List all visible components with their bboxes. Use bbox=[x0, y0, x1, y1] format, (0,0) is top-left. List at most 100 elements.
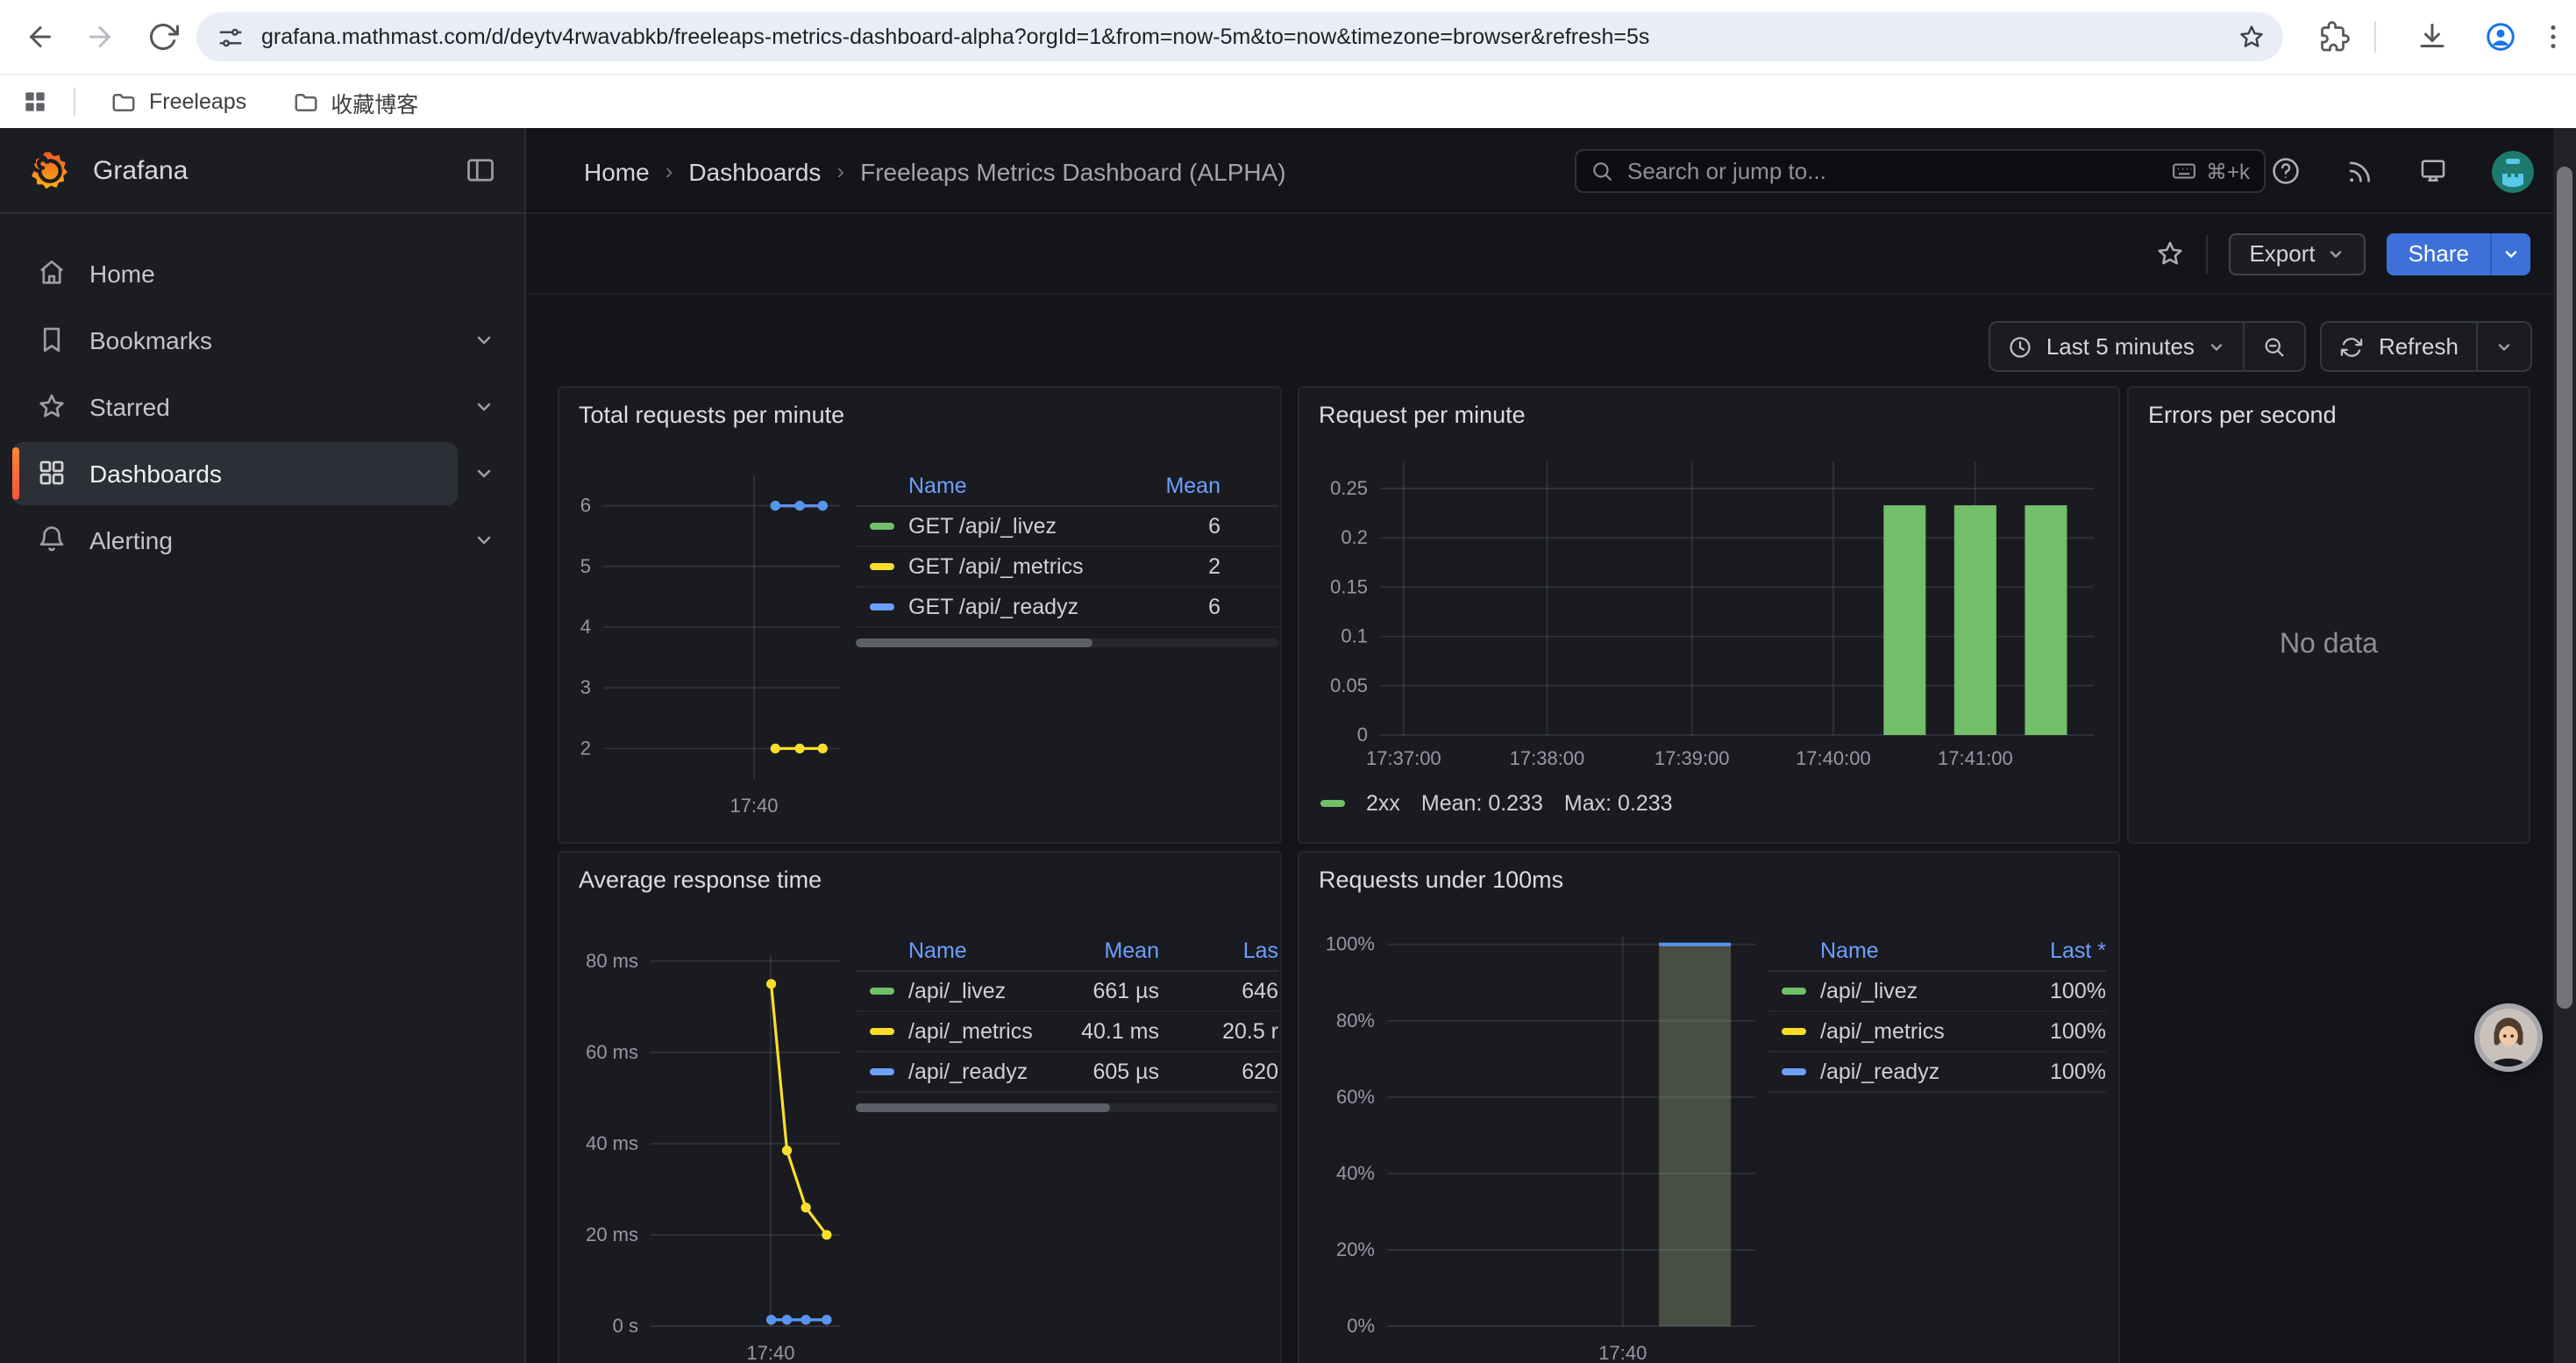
kiosk-monitor-icon[interactable] bbox=[2418, 156, 2448, 186]
extensions-icon[interactable] bbox=[2318, 21, 2350, 53]
legend-col-name[interactable]: Name bbox=[856, 473, 1138, 497]
search-input[interactable] bbox=[1627, 158, 2171, 184]
svg-text:3: 3 bbox=[580, 676, 591, 698]
legend-row[interactable]: /api/_livez 661 µs 646 bbox=[856, 972, 1278, 1012]
refresh-button[interactable]: Refresh bbox=[2323, 323, 2476, 370]
time-picker-group: Last 5 minutes bbox=[1989, 321, 2307, 372]
series-color-dash bbox=[870, 1068, 894, 1075]
url-input[interactable] bbox=[261, 25, 2238, 49]
legend-row[interactable]: /api/_readyz 605 µs 620 bbox=[856, 1053, 1278, 1093]
panel-title[interactable]: Requests under 100ms bbox=[1319, 867, 1563, 893]
svg-text:4: 4 bbox=[580, 616, 591, 638]
chevron-down-icon bbox=[2209, 338, 2226, 355]
sidebar-item-label: Bookmarks bbox=[89, 325, 212, 353]
refresh-icon bbox=[2340, 334, 2365, 359]
dashboard-toolbar: Export Share bbox=[526, 214, 2576, 295]
legend-row[interactable]: /api/_livez 100% bbox=[1768, 972, 2106, 1012]
page-scrollbar[interactable] bbox=[2553, 128, 2576, 1363]
legend-line[interactable]: 2xx Mean: 0.233 Max: 0.233 bbox=[1320, 791, 1673, 816]
expand-dashboards-icon[interactable] bbox=[458, 462, 510, 483]
svg-text:17:37:00: 17:37:00 bbox=[1366, 747, 1441, 769]
bookmark-folder-blogs[interactable]: 收藏博客 bbox=[278, 80, 432, 124]
legend-col-name[interactable]: Name bbox=[856, 938, 1036, 962]
back-icon[interactable] bbox=[25, 21, 56, 53]
chevron-down-icon bbox=[2502, 245, 2520, 262]
omnibox[interactable] bbox=[196, 12, 2283, 61]
time-range-button[interactable]: Last 5 minutes bbox=[1990, 323, 2244, 370]
expand-starred-icon[interactable] bbox=[458, 396, 510, 417]
floating-assistant-avatar[interactable] bbox=[2474, 1003, 2543, 1072]
grafana-logo[interactable] bbox=[28, 148, 72, 192]
svg-text:17:40: 17:40 bbox=[729, 795, 778, 817]
series-color-dash bbox=[870, 523, 894, 530]
reload-icon[interactable] bbox=[147, 21, 179, 53]
legend-col-last[interactable]: Last * bbox=[2001, 938, 2106, 962]
bookmarks-divider bbox=[74, 88, 75, 116]
grafana-app: Grafana Home Bookmarks bbox=[0, 128, 2576, 1363]
downloads-icon[interactable] bbox=[2416, 21, 2448, 53]
zoom-out-button[interactable] bbox=[2245, 323, 2305, 370]
export-button[interactable]: Export bbox=[2228, 232, 2366, 275]
share-dropdown-button[interactable] bbox=[2492, 232, 2530, 275]
site-settings-icon[interactable] bbox=[217, 24, 244, 50]
scrollbar-thumb[interactable] bbox=[2557, 167, 2572, 1009]
favorite-star-icon[interactable] bbox=[2154, 239, 2184, 268]
no-data-message: No data bbox=[2129, 630, 2529, 661]
sidebar-item-bookmarks[interactable]: Bookmarks bbox=[12, 307, 510, 372]
profile-icon[interactable] bbox=[2485, 21, 2516, 53]
refresh-interval-button[interactable] bbox=[2478, 323, 2530, 370]
forward-icon[interactable] bbox=[84, 21, 116, 53]
panel-title[interactable]: Total requests per minute bbox=[579, 402, 844, 428]
expand-bookmarks-icon[interactable] bbox=[458, 329, 510, 350]
panel-title[interactable]: Request per minute bbox=[1319, 402, 1526, 428]
news-rss-icon[interactable] bbox=[2345, 156, 2374, 186]
legend-col-last[interactable]: Las bbox=[1159, 938, 1278, 962]
legend-header: Name Mean Las bbox=[856, 930, 1278, 972]
browser-menu-icon[interactable] bbox=[2537, 21, 2569, 53]
svg-text:60 ms: 60 ms bbox=[586, 1041, 638, 1063]
panel-title[interactable]: Average response time bbox=[579, 867, 822, 893]
expand-alerting-icon[interactable] bbox=[458, 529, 510, 550]
help-icon[interactable] bbox=[2271, 156, 2301, 186]
dashboard-grid: Total requests per minute 17:4065432 Nam… bbox=[526, 386, 2576, 1363]
sidebar-item-home[interactable]: Home bbox=[12, 240, 510, 305]
legend-col-mean[interactable]: Mean bbox=[1036, 938, 1159, 962]
legend-hscrollbar[interactable] bbox=[856, 1103, 1278, 1112]
legend-row[interactable]: GET /api/_metrics 2 bbox=[856, 547, 1278, 588]
svg-text:40%: 40% bbox=[1336, 1162, 1375, 1184]
legend-row[interactable]: /api/_metrics 40.1 ms 20.5 r bbox=[856, 1012, 1278, 1053]
legend-hscrollbar[interactable] bbox=[856, 639, 1278, 647]
search-box[interactable]: ⌘+k bbox=[1575, 149, 2266, 193]
collapse-sidebar-icon[interactable] bbox=[465, 154, 496, 186]
series-color-dash bbox=[870, 603, 894, 610]
legend-row[interactable]: GET /api/_readyz 6 bbox=[856, 588, 1278, 628]
breadcrumb-home[interactable]: Home bbox=[584, 157, 650, 185]
bookmark-folder-freeleaps[interactable]: Freeleaps bbox=[96, 83, 260, 120]
legend-row[interactable]: /api/_metrics 100% bbox=[1768, 1012, 2106, 1053]
svg-text:20%: 20% bbox=[1336, 1238, 1375, 1260]
breadcrumb-separator: › bbox=[665, 158, 673, 184]
svg-text:80 ms: 80 ms bbox=[586, 950, 638, 972]
panel-title[interactable]: Errors per second bbox=[2148, 402, 2337, 428]
share-button[interactable]: Share bbox=[2387, 232, 2490, 275]
sidebar-item-dashboards[interactable]: Dashboards bbox=[12, 440, 510, 505]
sidebar-item-alerting[interactable]: Alerting bbox=[12, 507, 510, 572]
folder-icon bbox=[292, 89, 318, 115]
series-color-dash bbox=[870, 988, 894, 995]
user-avatar[interactable] bbox=[2492, 150, 2534, 192]
legend-col-name[interactable]: Name bbox=[1768, 938, 2001, 962]
legend-table: Name Mean Las /api/_livez 661 µs 646 /ap… bbox=[856, 930, 1278, 1112]
legend-row[interactable]: /api/_readyz 100% bbox=[1768, 1053, 2106, 1093]
svg-text:17:41:00: 17:41:00 bbox=[1938, 747, 2013, 769]
bookmark-star-icon[interactable] bbox=[2238, 23, 2266, 51]
legend-col-mean[interactable]: Mean bbox=[1138, 473, 1278, 497]
apps-grid-icon[interactable] bbox=[21, 88, 49, 116]
breadcrumb-dashboards[interactable]: Dashboards bbox=[688, 157, 821, 185]
legend-header: Name Mean bbox=[856, 465, 1278, 507]
legend-row[interactable]: GET /api/_livez 6 bbox=[856, 507, 1278, 547]
svg-text:100%: 100% bbox=[1326, 933, 1375, 955]
sidebar-item-starred[interactable]: Starred bbox=[12, 374, 510, 439]
svg-text:20 ms: 20 ms bbox=[586, 1224, 638, 1245]
svg-text:2: 2 bbox=[580, 737, 591, 759]
assistant-avatar-image bbox=[2480, 1009, 2537, 1067]
